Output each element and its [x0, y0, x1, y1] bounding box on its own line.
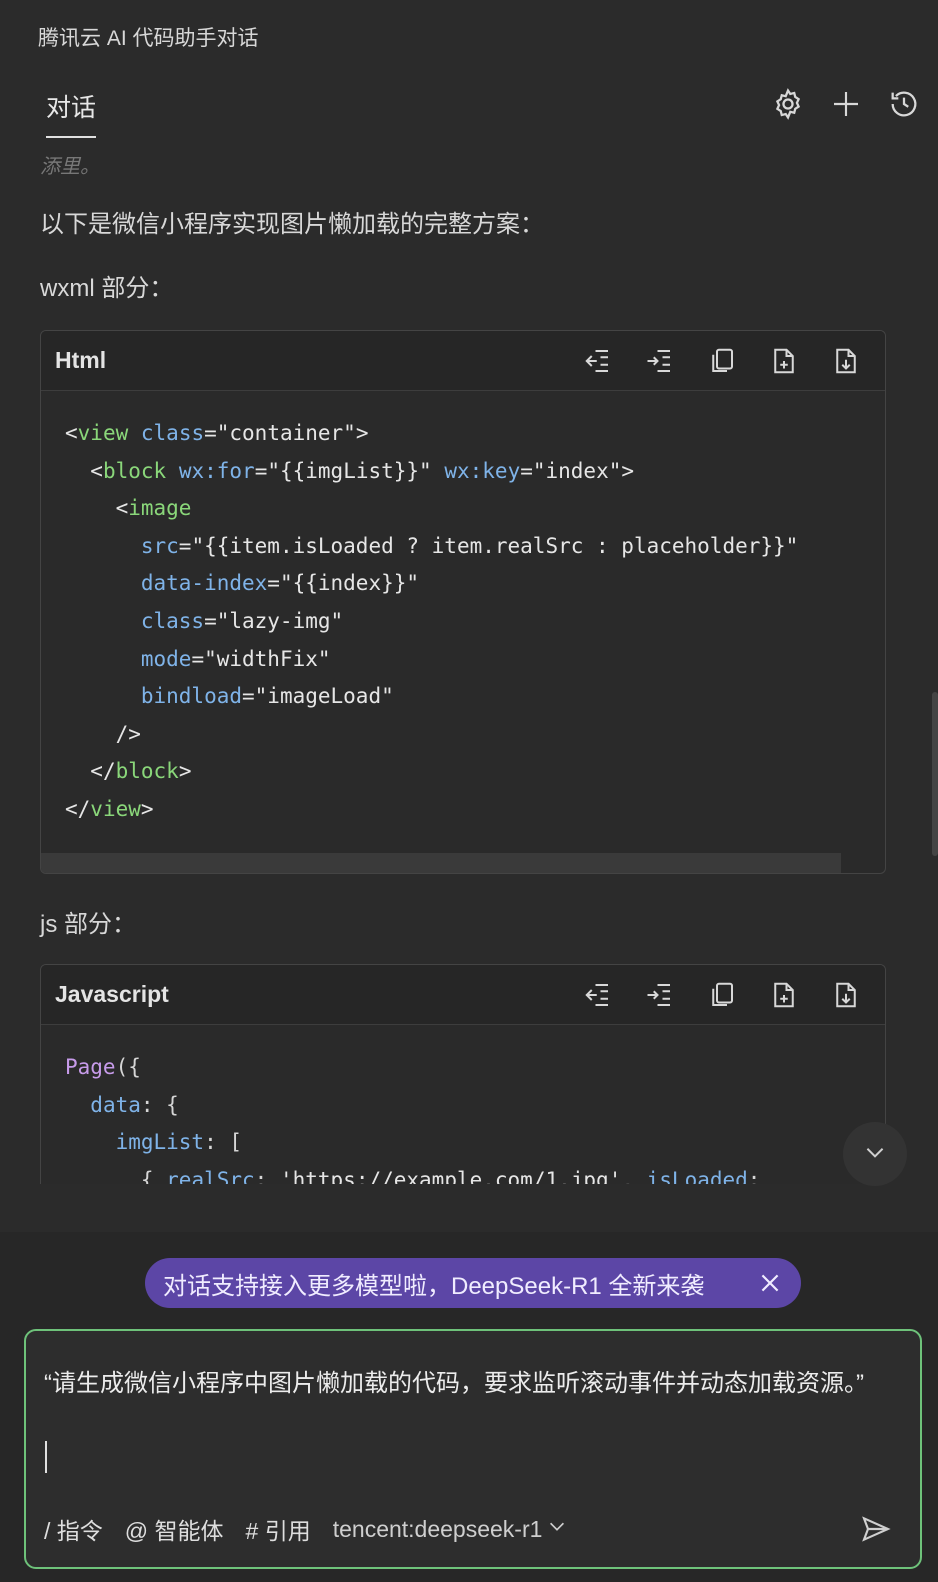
copy-icon[interactable] [705, 344, 739, 378]
model-select[interactable]: tencent:deepseek-r1 [333, 1515, 569, 1543]
plus-icon[interactable] [828, 86, 864, 122]
horizontal-scrollbar[interactable] [41, 853, 841, 873]
code-language: Html [55, 347, 107, 373]
code-header: Javascript [41, 965, 885, 1025]
vertical-scrollbar[interactable] [932, 692, 938, 856]
promo-text: 对话支持接入更多模型啦，DeepSeek-R1 全新来袭 [163, 1272, 705, 1300]
code-block-js: Javascript Page({ data: { imgList: [{r… [40, 964, 886, 1184]
code-line: mode="widthFix" [140, 646, 331, 671]
input-panel: 对话支持接入更多模型啦，DeepSeek-R1 全新来袭 “请生成微信小程序中图… [0, 1232, 938, 1582]
chevron-down-icon [862, 1139, 888, 1170]
code-line: </view> [65, 796, 154, 821]
code-line: data: { [90, 1092, 179, 1117]
code-line: { realSrc: 'https://example.com/1.jpg', … [65, 1167, 761, 1184]
chat-area: 添里。 以下是微信小程序实现图片懒加载的完整方案： wxml 部分： Html [0, 136, 938, 1184]
code-body-js: Page({ data: { imgList: [ { realSrc: 'ht… [41, 1025, 885, 1184]
close-icon[interactable] [757, 1270, 783, 1296]
app-title: 腾讯云 AI 代码助手对话 [38, 27, 259, 50]
insert-right-icon[interactable] [643, 344, 677, 378]
tab-chat[interactable]: 对话 [46, 88, 97, 138]
code-line: <block wx:for="{{imgList}}" wx:key="inde… [90, 458, 635, 483]
agent-button[interactable]: @ 智能体 [125, 1512, 224, 1546]
code-line: </block> [90, 759, 192, 784]
previous-text: 添里。 [40, 156, 100, 178]
answer-intro: 以下是微信小程序实现图片懒加载的完整方案： [40, 211, 544, 238]
save-file-icon[interactable] [829, 344, 863, 378]
save-file-icon[interactable] [829, 978, 863, 1012]
code-line: imgList: [ [115, 1130, 243, 1155]
tab-bar: 对话 [0, 80, 938, 138]
reference-button[interactable]: # 引用 [246, 1512, 311, 1546]
code-line: <image [115, 496, 192, 521]
promo-banner[interactable]: 对话支持接入更多模型啦，DeepSeek-R1 全新来袭 [145, 1258, 801, 1308]
tab-actions [770, 86, 922, 122]
new-file-icon[interactable] [767, 344, 801, 378]
new-file-icon[interactable] [767, 978, 801, 1012]
command-button[interactable]: / 指令 [44, 1512, 103, 1546]
code-line: src="{{item.isLoaded ? item.realSrc : pl… [140, 533, 799, 558]
chevron-down-icon [546, 1515, 568, 1543]
code-line: Page({ [65, 1055, 141, 1079]
code-line: data-index="{{index}}" [140, 571, 420, 596]
insert-left-icon[interactable] [581, 344, 615, 378]
code-header: Html [41, 331, 885, 391]
code-line: class="lazy-img" [140, 608, 344, 633]
code-line: <view class="container"> [65, 421, 369, 445]
send-icon[interactable] [856, 1509, 896, 1549]
model-name: tencent:deepseek-r1 [332, 1515, 543, 1542]
insert-left-icon[interactable] [581, 978, 615, 1012]
wxml-label: wxml 部分： [40, 275, 174, 302]
scroll-to-bottom-button[interactable] [843, 1122, 907, 1186]
chat-input-text[interactable]: “请生成微信小程序中图片懒加载的代码，要求监听滚动事件并动态加载资源。” [44, 1367, 904, 1401]
code-line: bindload="imageLoad" [140, 684, 394, 709]
copy-icon[interactable] [705, 978, 739, 1012]
code-actions [581, 344, 863, 378]
insert-right-icon[interactable] [643, 978, 677, 1012]
code-body-html: <view class="container"> <block wx:for="… [41, 391, 885, 829]
chat-input-box[interactable]: “请生成微信小程序中图片懒加载的代码，要求监听滚动事件并动态加载资源。” / 指… [24, 1329, 922, 1569]
js-label: js 部分： [40, 911, 136, 938]
code-language: Javascript [55, 981, 169, 1007]
input-toolbar: / 指令 @ 智能体 # 引用 tencent:deepseek-r1 [44, 1509, 906, 1549]
text-caret [45, 1441, 47, 1473]
code-actions [581, 978, 863, 1012]
history-icon[interactable] [886, 86, 922, 122]
code-line: /> [115, 721, 141, 746]
code-block-html: Html <view class="container"> <block wx:… [40, 330, 886, 874]
gear-icon[interactable] [770, 86, 806, 122]
